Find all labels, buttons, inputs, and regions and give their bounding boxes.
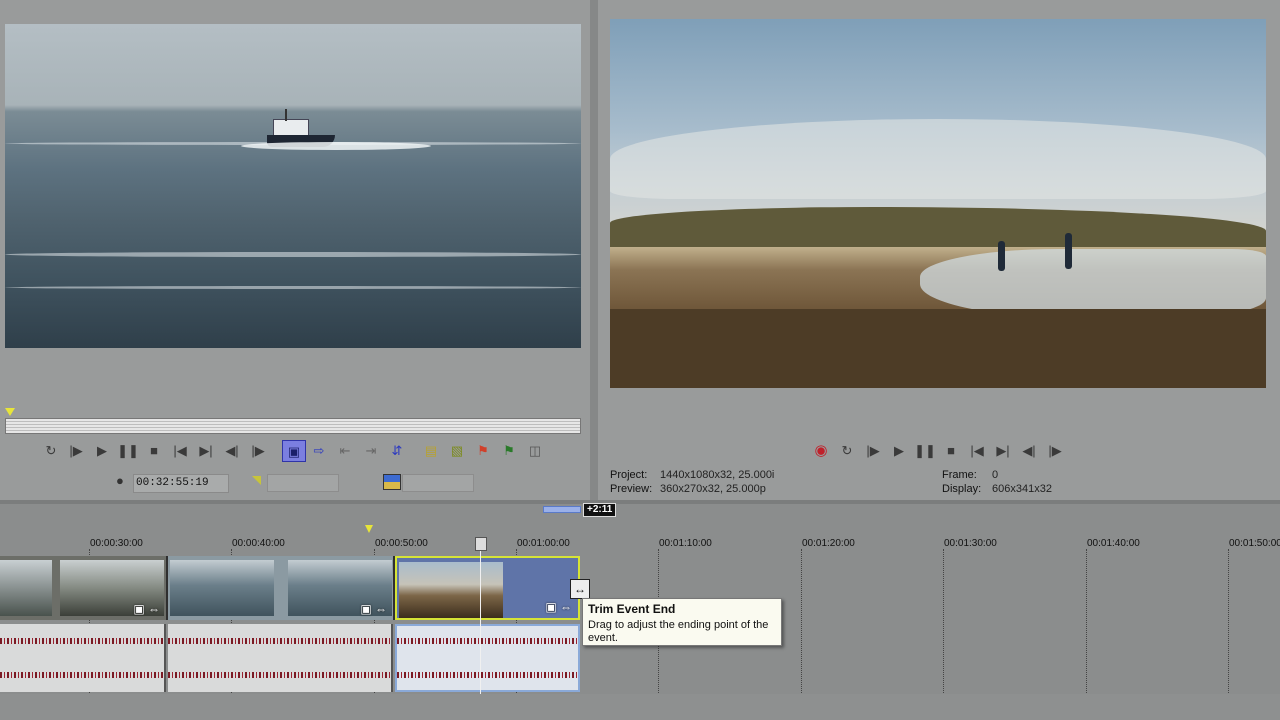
show-video-button[interactable]: ▣ [282,440,306,462]
loop-icon[interactable]: ↻ [40,440,62,460]
audio-waveform [397,672,578,678]
audio-waveform [397,638,578,644]
stop-icon[interactable]: ■ [940,440,962,460]
stop-icon[interactable]: ■ [143,440,165,460]
create-region-icon[interactable]: ▧ [446,440,468,460]
play-from-start-icon[interactable]: |▶ [65,440,87,460]
ruler-tick-label: 00:00:30:00 [90,538,143,549]
audio-waveform [168,638,391,644]
trimmer-scrub-bar[interactable] [5,402,581,434]
preview-label: Preview: [610,483,653,495]
frame-label: Frame: [942,469,977,481]
preview-value: 360x270x32, 25.000p [660,483,766,495]
go-to-end-icon[interactable]: ▶| [195,440,217,460]
grid-line [1086,549,1088,693]
tooltip-title: Trim Event End [588,602,676,616]
insert-marker-icon[interactable]: ⚑ [472,440,494,460]
go-to-start-icon[interactable]: |◀ [169,440,191,460]
go-to-start-icon[interactable]: |◀ [966,440,988,460]
video-event-clip[interactable]: ▣ ⇔ [168,556,395,620]
cloud-bank [610,119,1266,199]
selected-audio-event-clip[interactable] [395,624,580,692]
tooltip: Trim Event End Drag to adjust the ending… [582,598,782,646]
clip-thumbnail [399,562,503,618]
selection-length-field[interactable] [402,474,474,492]
event-fx-icon[interactable]: ▣ ⇔ [133,602,160,616]
fit-icon[interactable]: ⇵ [386,440,408,460]
next-frame-icon[interactable]: |▶ [1044,440,1066,460]
ruler-tick-label: 00:01:30:00 [944,538,997,549]
save-snapshot-icon[interactable]: ◫ [524,440,546,460]
audio-event-clip[interactable] [0,624,166,692]
grid-line [1228,549,1230,693]
display-value: 606x341x32 [992,483,1052,495]
ruler-tick-label: 00:01:40:00 [1087,538,1140,549]
grid-line [801,549,803,693]
audio-event-clip[interactable] [168,624,393,692]
wave-foam [5,286,581,289]
clip-thumbnail [0,560,52,616]
timeline-cursor[interactable] [480,540,481,720]
next-frame-icon[interactable]: |▶ [247,440,269,460]
selection-length-badge: +2:11 [583,503,617,517]
ruler-tick-label: 00:01:10:00 [659,538,712,549]
time-selection-bar[interactable] [543,506,581,513]
insert-region-icon[interactable]: ⚑ [498,440,520,460]
loop-region-marker[interactable] [365,525,373,533]
in-point-marker[interactable] [5,408,15,416]
rocks [610,309,1266,388]
create-subclip-icon[interactable]: ▤ [420,440,442,460]
trimmer-scrub-rail[interactable] [5,418,581,434]
selection-start-field[interactable] [267,474,339,492]
add-before-icon[interactable]: ⇤ [334,440,356,460]
frame-value: 0 [992,469,999,481]
ruler-tick-label: 00:00:40:00 [232,538,285,549]
selection-start-icon [252,476,261,485]
add-to-timeline-icon[interactable]: ⇨ [308,440,330,460]
display-label: Display: [942,483,982,495]
play-icon[interactable]: ▶ [888,440,910,460]
trimmer-timecode: 00:32:55:19 [133,474,229,493]
play-icon[interactable]: ▶ [91,440,113,460]
boat-wake [241,142,431,150]
preview-video-frame [610,19,1266,388]
wave-foam [5,252,581,257]
timeline-scroll-area[interactable] [0,694,1280,720]
pause-icon[interactable]: ❚❚ [117,440,139,460]
trim-cursor-icon: ↔ [570,579,590,599]
selection-length-icon [383,474,401,490]
event-fx-icon[interactable]: ▣ ⇔ [545,600,572,614]
pane-splitter[interactable] [590,0,598,500]
project-label: Project: [610,469,648,481]
loop-icon[interactable]: ↻ [836,440,858,460]
ruler-tick-label: 00:01:00:00 [517,538,570,549]
grid-line [943,549,945,693]
ruler-tick-label: 00:01:20:00 [802,538,855,549]
clip-thumbnail [170,560,274,616]
audio-waveform [0,672,164,678]
audio-waveform [0,638,164,644]
previous-frame-icon[interactable]: ◀| [221,440,243,460]
person-figure [1065,233,1072,269]
ruler-tick-label: 00:01:50:00 [1229,538,1280,549]
previous-frame-icon[interactable]: ◀| [1018,440,1040,460]
selected-video-event-clip[interactable]: ▣ ⇔ [395,556,580,620]
project-value: 1440x1080x32, 25.000i [660,469,775,481]
audio-waveform [168,672,391,678]
play-from-start-icon[interactable]: |▶ [862,440,884,460]
record-icon[interactable]: ◉ [810,440,832,460]
pin-icon: ● [116,473,124,488]
cursor-head-icon[interactable] [475,537,487,551]
go-to-end-icon[interactable]: ▶| [992,440,1014,460]
video-event-clip[interactable]: ▣ ⇔ [0,556,168,620]
pause-icon[interactable]: ❚❚ [914,440,936,460]
person-figure [998,241,1005,271]
tooltip-body: Drag to adjust the ending point of the e… [588,619,769,644]
add-after-icon[interactable]: ⇥ [360,440,382,460]
trimmer-video-frame [5,24,581,348]
event-fx-icon[interactable]: ▣ ⇔ [360,602,387,616]
ruler-tick-label: 00:00:50:00 [375,538,428,549]
dunes [610,207,1266,247]
